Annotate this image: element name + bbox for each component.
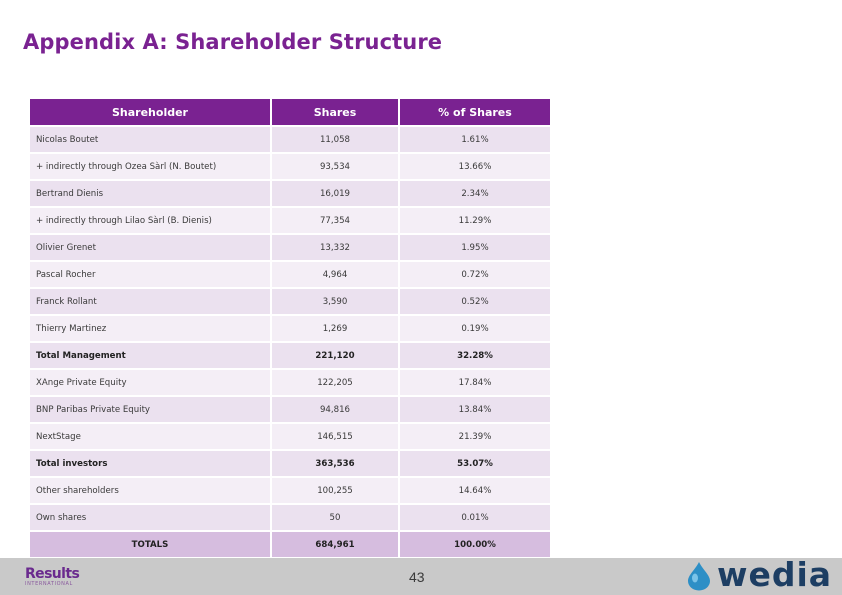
shareholder-name: Olivier Grenet — [30, 233, 272, 261]
percent-value: 0.52% — [399, 287, 550, 315]
totals-shares: 684,961 — [271, 530, 400, 557]
page-number: 43 — [409, 569, 425, 585]
water-drop-icon — [688, 562, 710, 591]
shares-value: 16,019 — [271, 179, 400, 207]
page-title: Appendix A: Shareholder Structure — [23, 30, 443, 54]
header-shareholder: Shareholder — [30, 99, 272, 126]
shareholder-name: + indirectly through Ozea Sàrl (N. Boute… — [30, 152, 272, 180]
table-row: Bertrand Dienis 16,019 2.34% — [30, 179, 550, 207]
shares-value: 221,120 — [271, 341, 400, 369]
shares-value: 50 — [271, 503, 400, 531]
header-shares: Shares — [271, 99, 400, 126]
shares-value: 146,515 — [271, 422, 400, 450]
shareholder-name: Other shareholders — [30, 476, 272, 504]
wedia-logo-text: wedia — [717, 555, 833, 594]
shares-value: 13,332 — [271, 233, 400, 261]
shares-value: 3,590 — [271, 287, 400, 315]
totals-row: TOTALS 684,961 100.00% — [30, 530, 550, 557]
wedia-logo: wedia — [686, 555, 836, 595]
table-row: NextStage 146,515 21.39% — [30, 422, 550, 450]
shareholder-name: Pascal Rocher — [30, 260, 272, 288]
shareholder-table: Shareholder Shares % of Shares Nicolas B… — [30, 99, 550, 557]
table-row: + indirectly through Ozea Sàrl (N. Boute… — [30, 152, 550, 180]
table-row: Own shares 50 0.01% — [30, 503, 550, 531]
results-logo-text: Results — [25, 566, 80, 582]
subtotal-row-investors: Total investors 363,536 53.07% — [30, 449, 550, 477]
table-row: + indirectly through Lilao Sàrl (B. Dien… — [30, 206, 550, 234]
table-row: Nicolas Boutet 11,058 1.61% — [30, 125, 550, 153]
shareholder-name: + indirectly through Lilao Sàrl (B. Dien… — [30, 206, 272, 234]
shares-value: 93,534 — [271, 152, 400, 180]
footer-bar: Results INTERNATIONAL 43 wedia — [0, 555, 842, 595]
shareholder-name: XAnge Private Equity — [30, 368, 272, 396]
percent-value: 1.61% — [399, 125, 550, 153]
shareholder-name: NextStage — [30, 422, 272, 450]
shares-value: 122,205 — [271, 368, 400, 396]
shares-value: 77,354 — [271, 206, 400, 234]
shareholder-name: Franck Rollant — [30, 287, 272, 315]
shareholder-name: Total Management — [30, 341, 272, 369]
shares-value: 94,816 — [271, 395, 400, 423]
percent-value: 53.07% — [399, 449, 550, 477]
table-row: BNP Paribas Private Equity 94,816 13.84% — [30, 395, 550, 423]
shares-value: 100,255 — [271, 476, 400, 504]
table-row: Olivier Grenet 13,332 1.95% — [30, 233, 550, 261]
percent-value: 0.01% — [399, 503, 550, 531]
percent-value: 13.66% — [399, 152, 550, 180]
table-row: Thierry Martinez 1,269 0.19% — [30, 314, 550, 342]
percent-value: 17.84% — [399, 368, 550, 396]
results-logo-subtext: INTERNATIONAL — [25, 581, 73, 587]
shareholder-name: Bertrand Dienis — [30, 179, 272, 207]
totals-label: TOTALS — [30, 530, 272, 557]
header-percent: % of Shares — [399, 99, 550, 126]
shares-value: 363,536 — [271, 449, 400, 477]
table-row: Pascal Rocher 4,964 0.72% — [30, 260, 550, 288]
percent-value: 11.29% — [399, 206, 550, 234]
percent-value: 1.95% — [399, 233, 550, 261]
totals-percent: 100.00% — [399, 530, 550, 557]
subtotal-row-management: Total Management 221,120 32.28% — [30, 341, 550, 369]
shareholder-name: Own shares — [30, 503, 272, 531]
shares-value: 1,269 — [271, 314, 400, 342]
shareholder-name: Nicolas Boutet — [30, 125, 272, 153]
table-row: XAnge Private Equity 122,205 17.84% — [30, 368, 550, 396]
shareholder-name: Total investors — [30, 449, 272, 477]
percent-value: 21.39% — [399, 422, 550, 450]
shareholder-name: BNP Paribas Private Equity — [30, 395, 272, 423]
table-row: Franck Rollant 3,590 0.52% — [30, 287, 550, 315]
percent-value: 0.72% — [399, 260, 550, 288]
results-international-logo: Results INTERNATIONAL — [25, 566, 80, 587]
table-row: Other shareholders 100,255 14.64% — [30, 476, 550, 504]
percent-value: 2.34% — [399, 179, 550, 207]
percent-value: 14.64% — [399, 476, 550, 504]
percent-value: 13.84% — [399, 395, 550, 423]
table-header-row: Shareholder Shares % of Shares — [30, 99, 550, 126]
shareholder-name: Thierry Martinez — [30, 314, 272, 342]
shares-value: 11,058 — [271, 125, 400, 153]
percent-value: 32.28% — [399, 341, 550, 369]
percent-value: 0.19% — [399, 314, 550, 342]
shares-value: 4,964 — [271, 260, 400, 288]
